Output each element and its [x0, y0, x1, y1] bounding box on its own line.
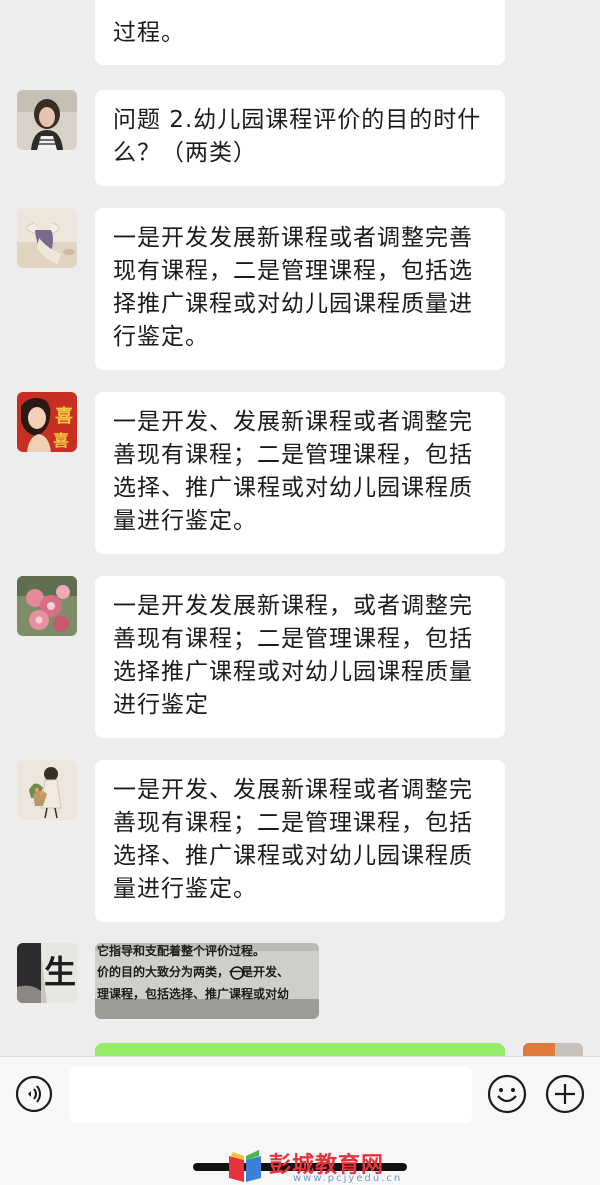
image-text-line: 理课程，包括选择、推广课程或对幼 [97, 986, 289, 1001]
outgoing-message-bubble[interactable] [95, 1043, 505, 1056]
message-bubble[interactable]: 一是开发发展新课程，或者调整完善现有课程；二是管理课程，包括选择推广课程或对幼儿… [95, 576, 505, 738]
svg-text:生: 生 [44, 953, 76, 991]
message-bubble[interactable]: 一是开发、发展新课程或者调整完善现有课程；二是管理课程，包括选择、推广课程或对幼… [95, 760, 505, 922]
contact-avatar[interactable]: 生 [17, 943, 77, 1003]
message-bubble[interactable]: 问题 2.幼儿园课程评价的目的时什么？（两类） [95, 90, 505, 186]
voice-icon [15, 1075, 53, 1113]
chat-message-list[interactable]: 过程。 问题 2.幼儿园课程评价的目的时什么？（两类） 一是开发发展新课程或者调… [0, 0, 600, 1056]
voice-input-button[interactable] [15, 1075, 53, 1113]
message-text: 过程。 [113, 20, 185, 46]
emoji-button[interactable] [486, 1073, 528, 1115]
book-logo-icon [229, 1150, 261, 1182]
contact-avatar[interactable] [17, 90, 77, 150]
message-text: 一是开发发展新课程，或者调整完善现有课程；二是管理课程，包括选择推广课程或对幼儿… [113, 593, 473, 718]
contact-avatar[interactable] [17, 576, 77, 636]
message-bubble[interactable]: 过程。 [95, 0, 505, 65]
message-text: 一是开发发展新课程或者调整完善现有课程，二是管理课程，包括选择推广课程或对幼儿园… [113, 225, 473, 350]
watermark: 彭城教育网 www.pcjyedu.cn [225, 1146, 425, 1184]
image-text-line: 它指导和支配着整个评价过程。 [97, 943, 265, 958]
message-text: 一是开发、发展新课程或者调整完善现有课程；二是管理课程，包括选择、推广课程或对幼… [113, 777, 473, 902]
message-bubble[interactable]: 一是开发、发展新课程或者调整完善现有课程；二是管理课程，包括选择、推广课程或对幼… [95, 392, 505, 554]
contact-avatar[interactable] [17, 208, 77, 268]
emoji-icon [487, 1074, 527, 1114]
message-text: 一是开发、发展新课程或者调整完善现有课程；二是管理课程，包括选择、推广课程或对幼… [113, 409, 473, 534]
message-bubble[interactable]: 一是开发发展新课程或者调整完善现有课程，二是管理课程，包括选择推广课程或对幼儿园… [95, 208, 505, 370]
contact-avatar[interactable]: 喜 喜 [17, 392, 77, 452]
more-functions-button[interactable] [544, 1073, 586, 1115]
image-message[interactable]: 它指导和支配着整个评价过程。 价的目的大致分为两类，一是开发、 理课程，包括选择… [95, 943, 319, 1019]
svg-text:喜: 喜 [53, 431, 69, 450]
plus-icon [545, 1074, 585, 1114]
contact-avatar[interactable] [17, 760, 77, 820]
message-input[interactable] [70, 1067, 472, 1123]
image-text-line: 价的目的大致分为两类，一是开发、 [97, 964, 289, 979]
self-avatar[interactable] [523, 1043, 583, 1056]
svg-text:喜: 喜 [55, 406, 73, 427]
watermark-url: www.pcjyedu.cn [293, 1173, 403, 1184]
message-text: 问题 2.幼儿园课程评价的目的时什么？（两类） [113, 107, 482, 166]
